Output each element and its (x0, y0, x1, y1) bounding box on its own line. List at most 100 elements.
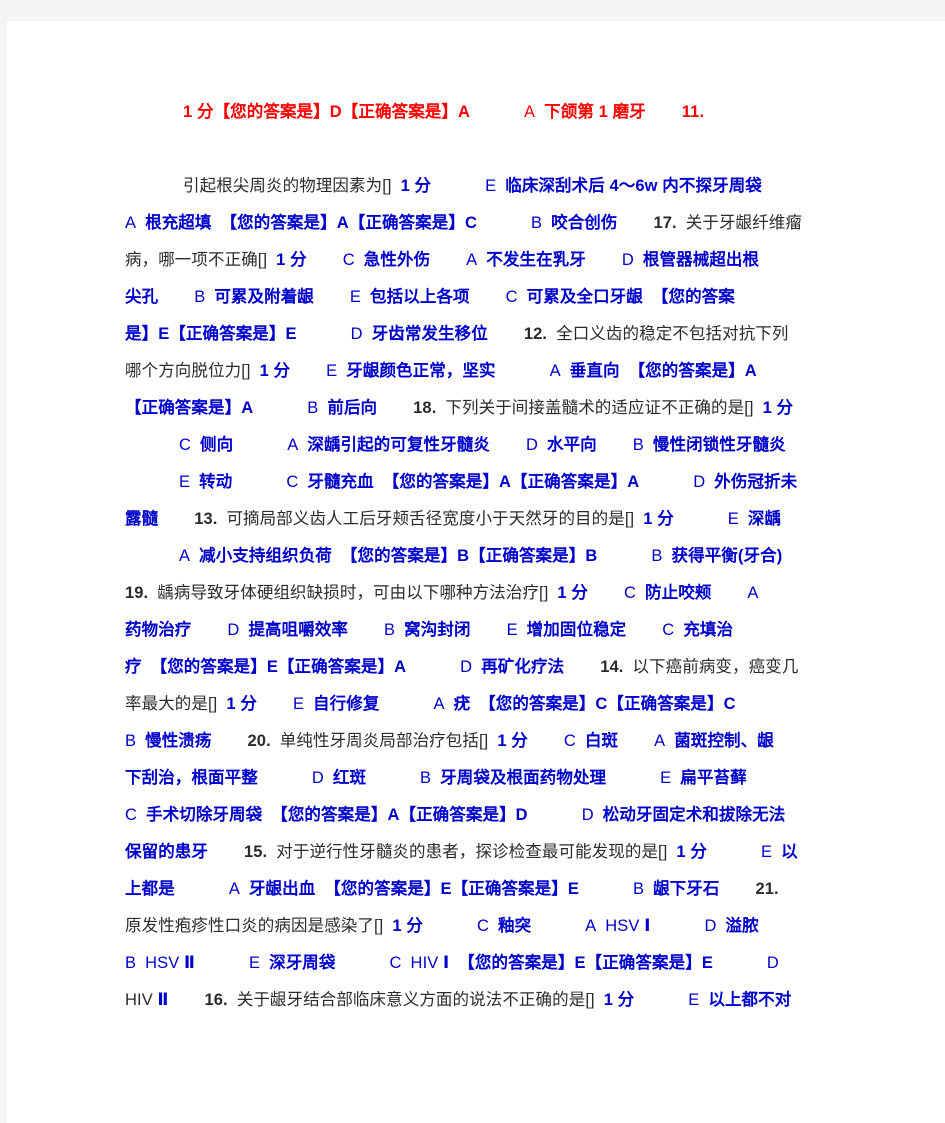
your-answer-value: E (574, 954, 586, 972)
option-letter: E (179, 473, 191, 491)
roman-numeral: Ⅱ (184, 954, 195, 972)
score-label: 1 分 (643, 510, 674, 528)
option-letter: C (389, 954, 402, 972)
option-text: 溢脓 (725, 917, 759, 935)
option-letter: C (179, 436, 192, 454)
your-answer-label: 【您的答案是】 (382, 473, 499, 491)
your-answer-value: E (440, 880, 452, 898)
answer-line: A 根充超填 【您的答案是】A【正确答案是】C B 咬合创伤 17. 关于牙龈纤维瘤 (125, 205, 865, 242)
question-number: 11. (681, 103, 705, 121)
option-letter: D (227, 621, 240, 639)
option-text: 获得平衡(牙合) (671, 547, 783, 565)
option-letter: C (623, 584, 637, 602)
option-letter: C (563, 732, 576, 750)
your-answer-label: 【您的答案是】 (479, 695, 596, 713)
document-body: 1 分【您的答案是】D【正确答案是】A A 下颌第 1 磨牙 11. 引起根尖周炎的物… (125, 94, 865, 1019)
option-letter: E (688, 991, 700, 1009)
continuation-text: 保留的患牙 (125, 843, 208, 861)
option-text: 白斑 (584, 732, 619, 750)
question-text: 关于龈牙结合部临床意义方面的说法不正确的是[] (236, 991, 595, 1009)
question-text: 哪个方向脱位力[] (125, 362, 251, 380)
option-letter: B (125, 732, 137, 750)
correct-answer-label: 【正确答案是】 (169, 325, 286, 343)
option-letter: E (292, 695, 305, 713)
option-text: 龈下牙石 (653, 880, 720, 898)
option-text: 不发生在乳牙 (486, 251, 586, 269)
option-text: 急性外伤 (363, 251, 431, 269)
answer-line: B HSV Ⅱ E 深牙周袋 C HIV Ⅰ 【您的答案是】E【正确答案是】E D (125, 945, 865, 982)
continuation-text: HIV (125, 991, 158, 1009)
option-text: 牙齿常发生移位 (371, 325, 488, 343)
correct-answer-value: E (567, 880, 579, 898)
option-letter: A (524, 103, 536, 121)
question-number: 20. (247, 732, 271, 750)
answer-line: 率最大的是[] 1 分 E 自行修复 A 疣【您的答案是】C【正确答案是】C (125, 686, 865, 723)
score-label: 1 分 (762, 399, 794, 417)
option-letter: D (766, 954, 779, 972)
question-text: 可摘局部义齿人工后牙颊舌径宽度小于天然牙的目的是[] (226, 510, 635, 528)
question-text: 原发性疱疹性口炎的病因是感染了[] (125, 917, 384, 935)
option-text: 以上都不对 (708, 991, 792, 1009)
answer-line: A 减小支持组织负荷 【您的答案是】B【正确答案是】B B 获得平衡(牙合) (125, 538, 865, 575)
option-letter: A (585, 917, 597, 935)
answer-line: 尖孔 B 可累及附着龈 E 包括以上各项 C 可累及全口牙龈 【您的答案 (125, 279, 865, 316)
score-label: 1 分 (276, 251, 307, 269)
question-text: 关于牙龈纤维瘤 (685, 214, 802, 232)
score-label: 1 分 (259, 362, 291, 380)
option-text: 可累及附着龈 (214, 288, 314, 306)
option-letter: A (747, 584, 759, 602)
option-text: 釉突 (497, 917, 532, 935)
option-text: 侧向 (200, 436, 234, 454)
answer-line: 保留的患牙 15. 对于逆行性牙髓炎的患者，探诊检查最可能发现的是[] 1 分 E以 (125, 834, 865, 871)
option-text: 咬合创伤 (551, 214, 618, 232)
option-text: 深龋 (747, 510, 782, 528)
correct-answer-value: A (241, 399, 254, 417)
option-letter: B (632, 880, 645, 898)
score-label: 1 分 (557, 584, 588, 602)
option-text: 以 (781, 843, 798, 861)
option-letter: E (660, 769, 672, 787)
option-text: 红斑 (332, 769, 367, 787)
option-letter: A (287, 436, 299, 454)
option-text: 慢性溃疡 (145, 732, 212, 750)
option-letter: E (760, 843, 773, 861)
option-text: HIV (410, 954, 444, 972)
your-answer-value: A (498, 473, 511, 491)
your-answer-label: 【您的答案是】 (340, 547, 458, 565)
option-letter: E (727, 510, 739, 528)
correct-answer-value: C (723, 695, 736, 713)
option-text: 增加固位稳定 (526, 621, 627, 639)
question-number: 15. (244, 843, 268, 861)
answer-line: 病，哪一项不正确[] 1 分 C 急性外伤 A 不发生在乳牙 D 根管器械超出根 (125, 242, 865, 279)
correct-answer-label: 【正确答案是】 (607, 695, 724, 713)
option-text: 自行修复 (313, 695, 380, 713)
correct-answer-value: A (627, 473, 640, 491)
continuation-text: 下刮治，根面平整 (125, 769, 258, 787)
correct-answer-value: E (701, 954, 713, 972)
your-answer-label: 【您的答案 (651, 288, 735, 306)
option-text: 松动牙固定术和拔除无法 (602, 806, 786, 824)
question-number: 19. (125, 584, 149, 602)
correct-answer-label: 【正确答案是】 (341, 103, 458, 121)
answer-line: 19. 龋病导致牙体硬组织缺损时，可由以下哪种方法治疗[] 1 分 C 防止咬颊 A (125, 575, 865, 612)
option-text: 转动 (199, 473, 233, 491)
continuation-text: 尖孔 (125, 288, 159, 306)
option-text: 防止咬颊 (645, 584, 712, 602)
question-text: 以下癌前病变，癌变几 (632, 658, 799, 676)
correct-answer-label: 【正确答案是】 (451, 880, 568, 898)
option-letter: B (194, 288, 206, 306)
your-answer-label: 【您的答案是】 (220, 214, 337, 232)
option-text: 减小支持组织负荷 (199, 547, 332, 565)
question-text: 引起根尖周炎的物理因素为[] (183, 177, 392, 195)
your-answer-value: A (336, 214, 349, 232)
option-letter: E (349, 288, 362, 306)
option-letter: B (651, 547, 663, 565)
option-text: 外伤冠折未 (714, 473, 798, 491)
option-letter: D (350, 325, 363, 343)
continuation-text: 露髓 (125, 510, 159, 528)
option-letter: A (549, 362, 561, 380)
answer-line: 药物治疗 D 提高咀嚼效率 B 窝沟封闭 E 增加固位稳定 C 充填治 (125, 612, 865, 649)
question-text: 下列关于间接盖髓术的适应证不正确的是[] (445, 399, 754, 417)
option-letter: D (460, 658, 473, 676)
your-answer-label: 【您的答案是】 (213, 103, 330, 121)
